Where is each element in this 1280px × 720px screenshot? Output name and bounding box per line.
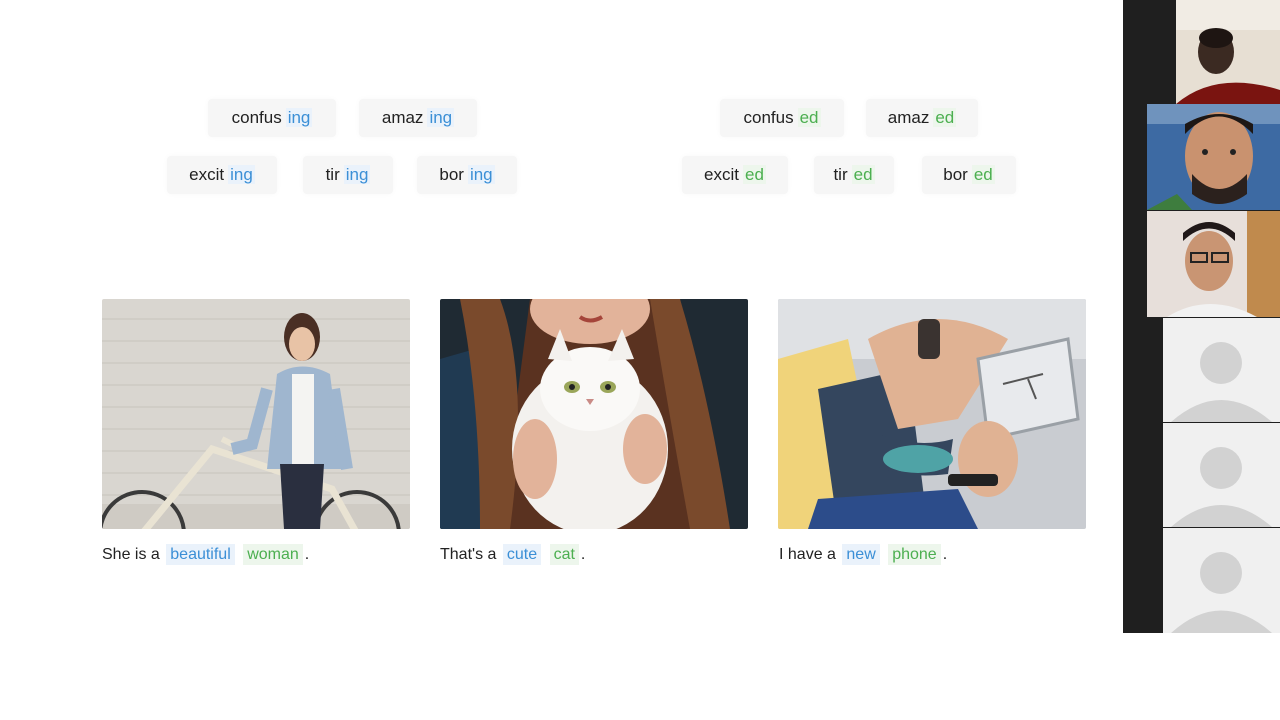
- word-chip-confused: confus ed: [720, 99, 844, 137]
- word-stem: tir: [833, 165, 848, 184]
- word-chip-amazing: amaz ing: [359, 99, 477, 137]
- sentence-noun: woman: [243, 544, 303, 565]
- sentence-prefix: That's a: [440, 546, 497, 563]
- participant-video-tile-2[interactable]: [1147, 104, 1280, 210]
- sentence-end: .: [942, 546, 948, 563]
- word-stem: bor: [439, 165, 464, 184]
- blank-area: [1123, 633, 1280, 720]
- word-stem: confus: [743, 108, 794, 127]
- word-stem: amaz: [887, 108, 930, 127]
- word-suffix: ing: [467, 165, 495, 184]
- word-chip-confusing: confus ing: [208, 99, 336, 137]
- sentence-noun: phone: [888, 544, 941, 565]
- participant-placeholder-1[interactable]: [1163, 318, 1280, 422]
- sentence-end: .: [304, 546, 310, 563]
- sentence-prefix: She is a: [102, 546, 160, 563]
- word-chip-tiring: tir ing: [303, 156, 393, 194]
- word-chip-bored: bor ed: [922, 156, 1016, 194]
- sentence-adjective: new: [842, 544, 880, 565]
- word-suffix: ing: [285, 108, 313, 127]
- sentence-prefix: I have a: [779, 546, 836, 563]
- sentence-end: .: [580, 546, 586, 563]
- word-suffix: ed: [971, 165, 995, 184]
- participant-video-tile-3[interactable]: [1147, 211, 1280, 317]
- word-chip-tired: tir ed: [814, 156, 894, 194]
- photo-girl-holding-cat: [440, 299, 748, 529]
- word-stem: excit: [189, 165, 225, 184]
- word-chip-excited: excit ed: [682, 156, 788, 194]
- word-suffix: ing: [427, 108, 455, 127]
- word-stem: confus: [231, 108, 282, 127]
- word-suffix: ed: [851, 165, 875, 184]
- participant-placeholder-2[interactable]: [1163, 423, 1280, 527]
- example-sentence-2: That's a cute cat.: [440, 543, 585, 567]
- word-suffix: ed: [933, 108, 957, 127]
- participant-video-tile-1[interactable]: [1176, 0, 1280, 104]
- word-stem: excit: [704, 165, 740, 184]
- photo-man-with-phone: [778, 299, 1086, 529]
- word-suffix: ing: [228, 165, 255, 184]
- sentence-noun: cat: [549, 544, 579, 565]
- presentation-slide: confus ing amaz ing excit ing tir ing bor ing…: [0, 0, 1123, 720]
- word-stem: amaz: [381, 108, 424, 127]
- sentence-adjective: cute: [502, 544, 542, 565]
- word-chip-exciting: excit ing: [167, 156, 277, 194]
- sentence-adjective: beautiful: [166, 544, 235, 565]
- participants-gallery: [1123, 0, 1280, 633]
- example-sentence-3: I have a new phone.: [779, 543, 947, 567]
- word-stem: tir: [325, 165, 340, 184]
- word-stem: bor: [943, 165, 968, 184]
- word-suffix: ed: [797, 108, 821, 127]
- example-sentence-1: She is a beautiful woman.: [102, 543, 309, 567]
- photo-woman-with-bicycle: [102, 299, 410, 529]
- word-chip-amazed: amaz ed: [866, 99, 978, 137]
- participant-placeholder-3[interactable]: [1163, 528, 1280, 633]
- word-suffix: ed: [743, 165, 766, 184]
- word-suffix: ing: [343, 165, 371, 184]
- word-chip-boring: bor ing: [417, 156, 517, 194]
